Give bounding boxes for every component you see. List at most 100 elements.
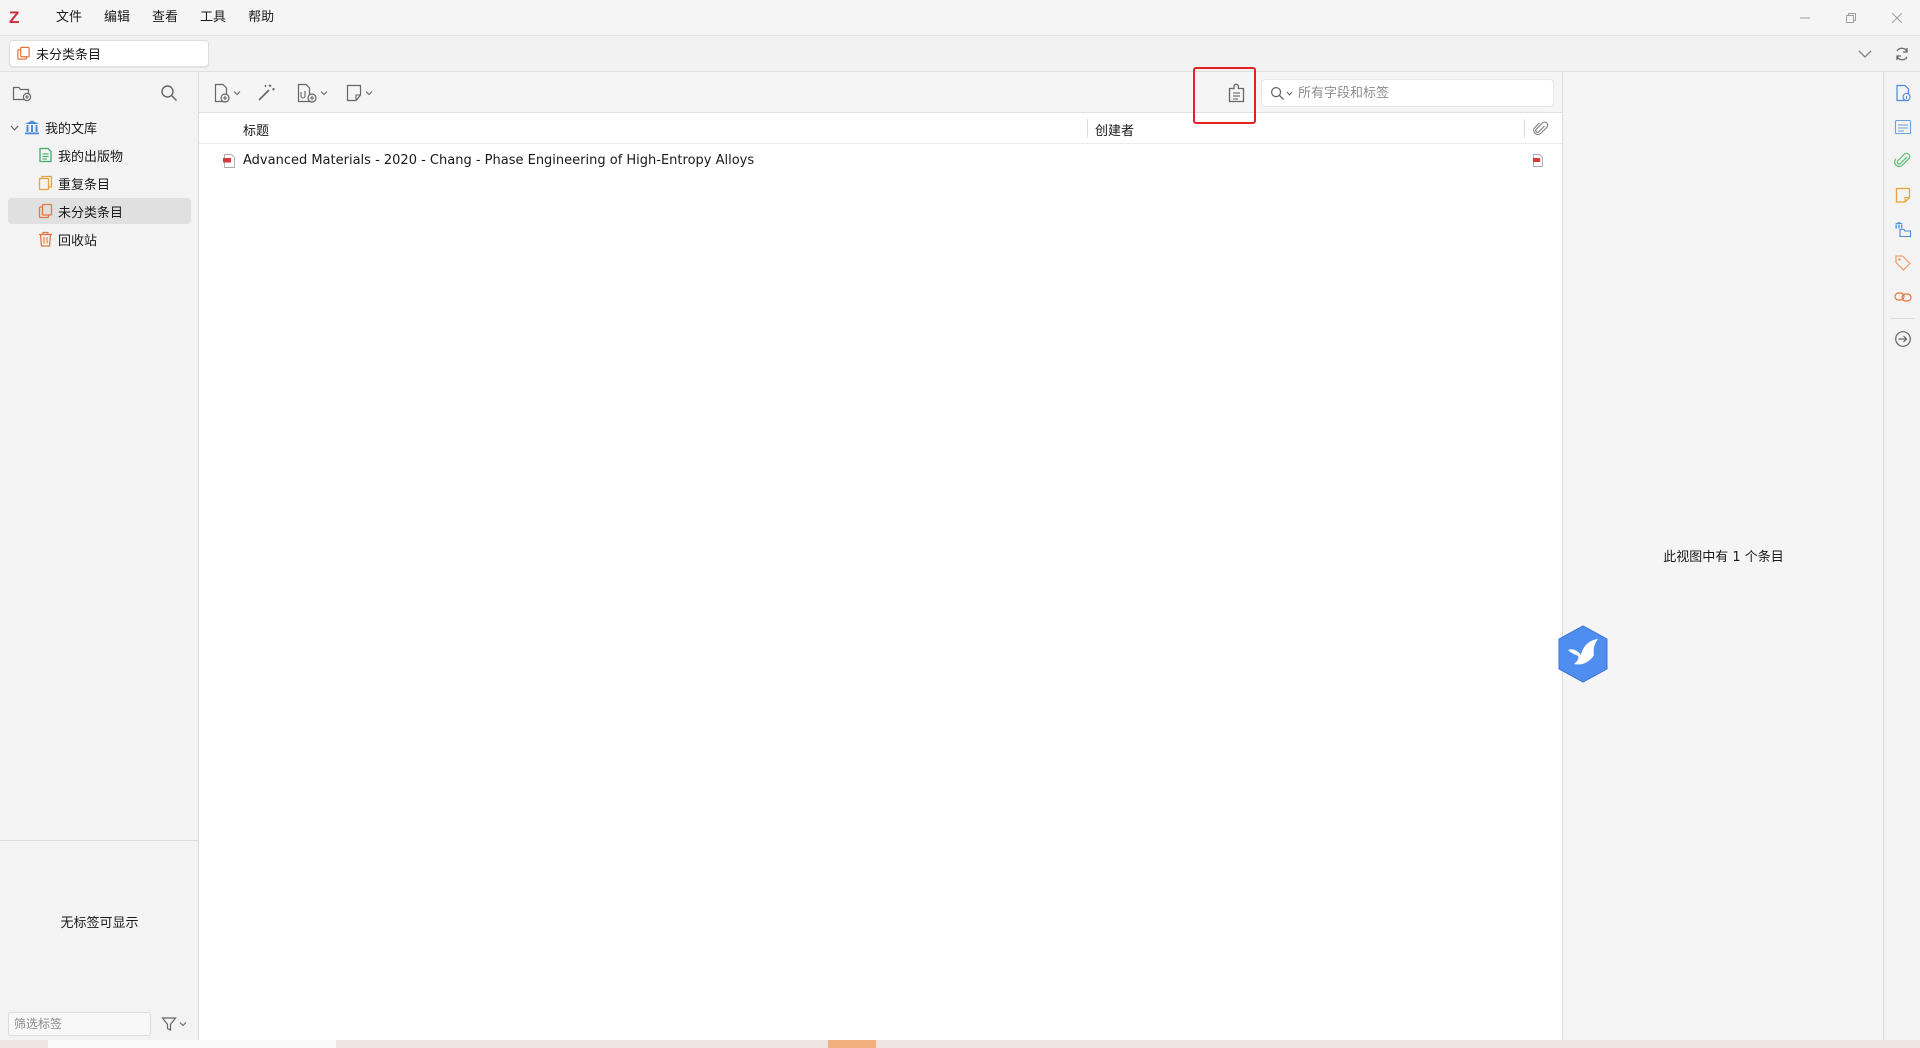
library-icon	[25, 120, 39, 135]
zotero-logo: Z	[9, 8, 20, 27]
add-by-identifier-button[interactable]	[256, 81, 276, 105]
sync-icon	[1896, 47, 1908, 61]
window-controls	[1782, 0, 1920, 35]
tree-row-trash[interactable]: 回收站	[38, 226, 188, 252]
magic-wand-icon	[258, 84, 275, 101]
item-pane-sidenav	[1883, 72, 1920, 1048]
tag-selector-actions-button[interactable]	[159, 1013, 189, 1035]
taskbar-strip	[0, 1040, 1920, 1048]
plugin-toolbar-button[interactable]	[1224, 80, 1250, 106]
bird-icon	[1558, 625, 1608, 683]
tree-label: 我的出版物	[58, 149, 124, 165]
sidenav-libraries-collections-button[interactable]	[1892, 218, 1914, 240]
search-box	[1261, 79, 1554, 107]
new-item-icon	[214, 83, 230, 103]
close-window-button[interactable]	[1874, 0, 1920, 35]
sidenav-info-button[interactable]	[1892, 82, 1914, 104]
attachment-add-icon	[297, 83, 317, 103]
sidenav-related-button[interactable]	[1892, 286, 1914, 308]
tree-row-unfiled[interactable]: 未分类条目	[8, 198, 191, 224]
sidenav-tags-button[interactable]	[1892, 252, 1914, 274]
column-resizer[interactable]	[1087, 119, 1088, 138]
note-icon	[1895, 187, 1911, 203]
menu-edit[interactable]: 编辑	[93, 0, 141, 35]
taskbar-highlight	[828, 1040, 876, 1048]
restore-icon	[1846, 12, 1856, 23]
tab-list-button[interactable]	[1854, 43, 1876, 65]
menu-help[interactable]: 帮助	[237, 0, 285, 35]
column-title[interactable]: 标题	[243, 120, 269, 139]
note-icon	[346, 84, 362, 102]
trash-icon	[39, 231, 52, 247]
pdf-document-icon	[223, 154, 235, 168]
item-pane: 此视图中有 1 个条目	[1562, 72, 1883, 1048]
pdf-attachment-icon[interactable]	[1532, 154, 1544, 167]
chevron-down-icon	[1286, 91, 1292, 96]
tab-library[interactable]: 未分类条目	[9, 40, 209, 67]
search-mode-button[interactable]	[1262, 86, 1296, 101]
add-attachment-button[interactable]	[296, 81, 328, 105]
tree-row-my-library[interactable]: 我的文库	[9, 114, 189, 140]
search-icon	[161, 85, 178, 102]
sidenav-notes-button[interactable]	[1892, 184, 1914, 206]
menubar: Z 文件 编辑 查看 工具 帮助	[0, 0, 1920, 35]
columns-header: 标题 创建者	[199, 113, 1562, 144]
new-note-button[interactable]	[345, 81, 373, 105]
column-resizer[interactable]	[1524, 119, 1525, 138]
tree-row-duplicates[interactable]: 重复条目	[38, 170, 188, 196]
tree-label: 回收站	[58, 233, 98, 249]
sidenav-separator	[1890, 318, 1915, 319]
publications-icon	[39, 147, 52, 163]
taskbar-segment	[48, 1040, 336, 1048]
chevron-down-icon	[233, 91, 241, 96]
puzzle-document-icon	[1228, 83, 1245, 103]
tree-label: 我的文库	[45, 121, 98, 137]
search-input[interactable]	[1296, 84, 1550, 102]
unfiled-icon	[17, 46, 30, 60]
minimize-button[interactable]	[1782, 0, 1828, 35]
tag-filter-input[interactable]	[8, 1012, 151, 1036]
close-icon	[1892, 12, 1902, 23]
collections-toolbar	[0, 72, 199, 112]
sidenav-attachments-button[interactable]	[1892, 150, 1914, 172]
chevron-down-icon	[365, 91, 373, 96]
floating-assistant-button[interactable]	[1556, 624, 1610, 684]
new-item-button[interactable]	[213, 81, 241, 105]
menu-view[interactable]: 查看	[141, 0, 189, 35]
collection-search-button[interactable]	[158, 82, 180, 104]
paperclip-icon	[1894, 152, 1911, 168]
column-creator[interactable]: 创建者	[1095, 120, 1134, 139]
chevron-down-icon	[1858, 50, 1872, 58]
minimize-icon	[1800, 17, 1810, 18]
column-attachments[interactable]	[1531, 119, 1551, 139]
abstract-icon	[1894, 119, 1912, 135]
sidenav-abstract-button[interactable]	[1892, 116, 1914, 138]
restore-button[interactable]	[1828, 0, 1874, 35]
items-toolbar	[199, 72, 1562, 113]
chevron-down-icon	[320, 91, 328, 96]
related-link-icon	[1894, 292, 1912, 302]
info-document-icon	[1896, 84, 1911, 102]
chevron-down-icon[interactable]	[9, 123, 19, 132]
paperclip-icon	[1533, 121, 1549, 136]
unfiled-icon	[38, 203, 53, 219]
tree-label: 未分类条目	[58, 205, 124, 221]
new-collection-icon	[12, 86, 32, 102]
sync-button[interactable]	[1891, 43, 1913, 65]
tag-selector-divider[interactable]	[0, 840, 199, 841]
item-count-message: 此视图中有 1 个条目	[1663, 550, 1784, 565]
tag-icon	[1895, 255, 1911, 271]
sidenav-locate-button[interactable]	[1892, 328, 1914, 350]
menu-tools[interactable]: 工具	[189, 0, 237, 35]
items-pane: 标题 创建者 Advanced Materials - 2020 - Chang…	[199, 72, 1562, 1048]
new-collection-button[interactable]	[11, 82, 33, 104]
libraries-collections-icon	[1895, 222, 1912, 238]
filter-icon	[161, 1017, 177, 1031]
chevron-down-icon	[179, 1022, 187, 1027]
locate-icon	[1895, 331, 1911, 347]
tree-row-my-publications[interactable]: 我的出版物	[38, 142, 188, 168]
tab-strip: 未分类条目	[0, 35, 1920, 72]
menu-file[interactable]: 文件	[45, 0, 93, 35]
table-row[interactable]: Advanced Materials - 2020 - Chang - Phas…	[199, 150, 1562, 172]
no-tags-message: 无标签可显示	[60, 916, 139, 931]
